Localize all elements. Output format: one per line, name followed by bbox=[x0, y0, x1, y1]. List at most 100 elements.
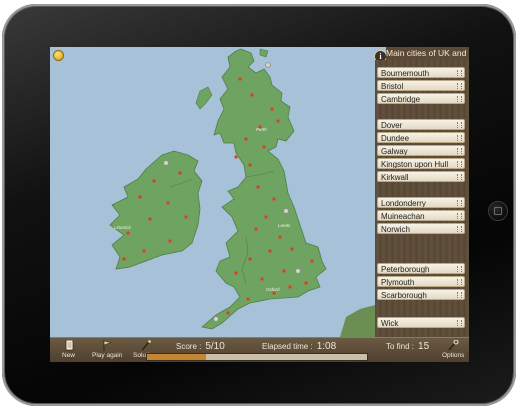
grip-icon bbox=[457, 213, 462, 219]
city-marker[interactable] bbox=[122, 257, 126, 261]
city-marker[interactable] bbox=[166, 201, 170, 205]
city-marker[interactable] bbox=[226, 311, 230, 315]
city-button[interactable]: Kingston upon Hull bbox=[377, 158, 465, 169]
city-marker[interactable] bbox=[234, 271, 238, 275]
game-screen: Perth Leeds Oxford Limerick i Main citie… bbox=[50, 47, 469, 362]
home-square-icon bbox=[494, 207, 502, 215]
found-city-marker[interactable] bbox=[283, 208, 289, 214]
map-label-limerick: Limerick bbox=[114, 225, 132, 230]
city-button[interactable]: Galway bbox=[377, 145, 465, 156]
city-marker[interactable] bbox=[310, 259, 314, 263]
city-button[interactable]: Bristol bbox=[377, 80, 465, 91]
city-marker[interactable] bbox=[270, 107, 274, 111]
options-label: Options bbox=[442, 352, 465, 359]
wrench-icon bbox=[448, 340, 459, 351]
city-marker[interactable] bbox=[262, 145, 266, 149]
grip-icon bbox=[457, 148, 462, 154]
city-button-label: Scarborough bbox=[381, 291, 427, 300]
lightbulb-icon[interactable] bbox=[53, 50, 64, 61]
city-button[interactable]: Dundee bbox=[377, 132, 465, 143]
elapsed-time: Elapsed time :1:08 bbox=[262, 341, 336, 352]
play-again-button[interactable]: Play again bbox=[92, 340, 122, 359]
city-marker[interactable] bbox=[288, 285, 292, 289]
grip-icon bbox=[457, 266, 462, 272]
city-button[interactable]: Kirkwall bbox=[377, 171, 465, 182]
city-marker[interactable] bbox=[260, 277, 264, 281]
city-marker[interactable] bbox=[272, 291, 276, 295]
city-marker[interactable] bbox=[234, 155, 238, 159]
city-marker[interactable] bbox=[148, 217, 152, 221]
city-marker[interactable] bbox=[272, 197, 276, 201]
elapsed-value: 1:08 bbox=[316, 341, 337, 352]
city-marker[interactable] bbox=[244, 137, 248, 141]
grip-icon bbox=[457, 161, 462, 167]
city-marker[interactable] bbox=[256, 185, 260, 189]
city-button-label: Dundee bbox=[381, 134, 410, 143]
city-button[interactable]: Cambridge bbox=[377, 93, 465, 104]
city-button[interactable]: Muineachan bbox=[377, 210, 465, 221]
score: Score :5/10 bbox=[176, 341, 225, 352]
city-marker[interactable] bbox=[248, 257, 252, 261]
city-marker[interactable] bbox=[250, 93, 254, 97]
city-button-label: Kirkwall bbox=[381, 173, 409, 182]
to-find-label: To find : bbox=[386, 342, 415, 351]
city-marker[interactable] bbox=[268, 249, 272, 253]
map[interactable]: Perth Leeds Oxford Limerick bbox=[50, 47, 375, 337]
city-marker[interactable] bbox=[254, 227, 258, 231]
grip-icon bbox=[457, 279, 462, 285]
city-marker[interactable] bbox=[282, 269, 286, 273]
city-marker[interactable] bbox=[184, 215, 188, 219]
new-button[interactable]: New bbox=[62, 340, 75, 359]
bottom-toolbar: New Play again Solutions Score :5/10 Ela… bbox=[50, 337, 469, 362]
city-button-label: Bournemouth bbox=[381, 69, 430, 78]
wand-icon bbox=[141, 340, 152, 351]
city-button[interactable]: Plymouth bbox=[377, 276, 465, 287]
city-marker[interactable] bbox=[138, 195, 142, 199]
city-button[interactable]: Wick bbox=[377, 317, 465, 328]
city-marker[interactable] bbox=[248, 163, 252, 167]
grip-icon bbox=[457, 122, 462, 128]
grip-icon bbox=[457, 292, 462, 298]
city-marker[interactable] bbox=[264, 215, 268, 219]
city-marker[interactable] bbox=[246, 297, 250, 301]
score-value: 5/10 bbox=[205, 341, 225, 352]
grip-icon bbox=[457, 320, 462, 326]
game-title: Main cities of UK and Ireland bbox=[386, 47, 469, 60]
city-marker[interactable] bbox=[238, 77, 242, 81]
city-marker[interactable] bbox=[290, 247, 294, 251]
city-button[interactable]: Scarborough bbox=[377, 289, 465, 300]
document-icon bbox=[65, 340, 73, 351]
to-find: To find :15 bbox=[386, 341, 429, 352]
city-marker[interactable] bbox=[258, 125, 262, 129]
home-button[interactable] bbox=[488, 201, 508, 221]
city-button[interactable]: Peterborough bbox=[377, 263, 465, 274]
found-city-marker[interactable] bbox=[295, 268, 301, 274]
new-label: New bbox=[62, 352, 76, 359]
grip-icon bbox=[457, 226, 462, 232]
city-button[interactable]: Dover bbox=[377, 119, 465, 130]
found-city-marker[interactable] bbox=[265, 62, 271, 68]
city-marker[interactable] bbox=[304, 281, 308, 285]
flag-icon bbox=[103, 340, 113, 351]
city-marker[interactable] bbox=[152, 179, 156, 183]
city-button[interactable]: Norwich bbox=[377, 223, 465, 234]
city-button[interactable]: Londonderry bbox=[377, 197, 465, 208]
city-marker[interactable] bbox=[276, 119, 280, 123]
found-city-marker[interactable] bbox=[213, 316, 219, 322]
grip-icon bbox=[457, 70, 462, 76]
found-city-marker[interactable] bbox=[163, 160, 169, 166]
city-button-label: Dover bbox=[381, 121, 403, 130]
city-button-label: Londonderry bbox=[381, 199, 426, 208]
city-button[interactable]: Bournemouth bbox=[377, 67, 465, 78]
city-marker[interactable] bbox=[142, 249, 146, 253]
score-label: Score : bbox=[176, 342, 202, 351]
city-marker[interactable] bbox=[126, 231, 130, 235]
city-button-label: Muineachan bbox=[381, 212, 425, 221]
city-marker[interactable] bbox=[168, 239, 172, 243]
city-marker[interactable] bbox=[178, 171, 182, 175]
city-marker[interactable] bbox=[278, 235, 282, 239]
to-find-value: 15 bbox=[418, 341, 430, 352]
grip-icon bbox=[457, 135, 462, 141]
elapsed-label: Elapsed time : bbox=[262, 342, 313, 351]
options-button[interactable]: Options bbox=[442, 340, 464, 359]
